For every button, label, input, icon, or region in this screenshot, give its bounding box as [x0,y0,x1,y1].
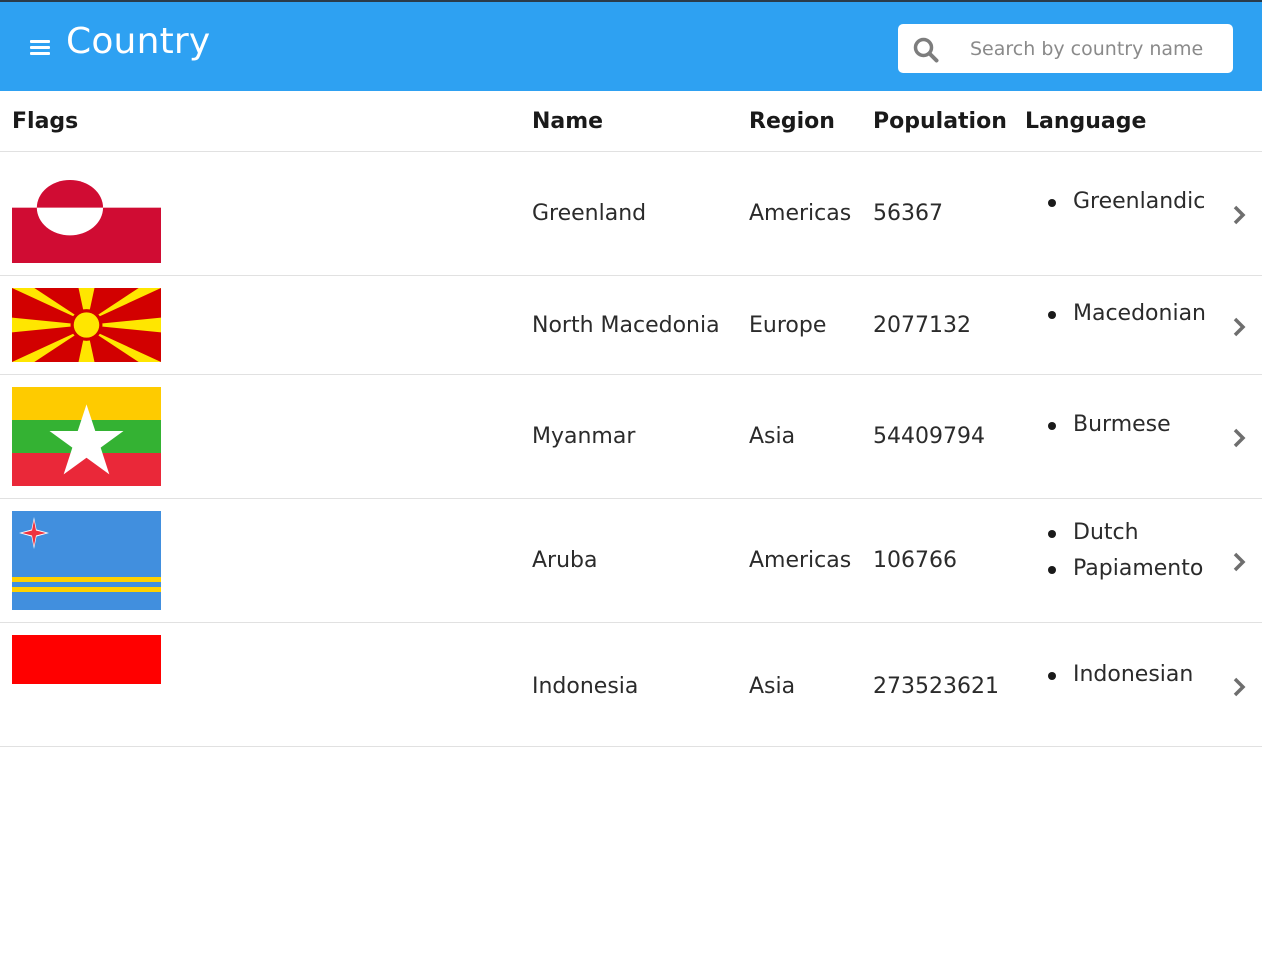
search-input[interactable] [970,34,1220,64]
page-title: Country [66,21,211,62]
country-region: Americas [749,548,852,573]
language-item: Burmese [1046,407,1171,443]
greenland-flag-icon [12,180,161,263]
table-header: Flags Name Region Population Language [0,91,1262,152]
language-item: Indonesian [1046,657,1193,693]
header-region[interactable]: Region [749,108,835,136]
country-name: North Macedonia [532,313,720,338]
country-name: Indonesia [532,674,639,699]
country-population: 106766 [873,548,957,573]
table-row[interactable]: Greenland Americas 56367 Greenlandic [0,152,1262,276]
chevron-right-icon[interactable] [1231,316,1249,338]
language-list: Greenlandic [1046,184,1205,220]
language-item: Papiamento [1046,551,1203,587]
header-flags[interactable]: Flags [12,108,78,136]
language-list: Indonesian [1046,657,1193,693]
app-bar: Country [0,0,1262,91]
country-name: Myanmar [532,424,636,449]
myanmar-flag-icon [12,387,161,486]
chevron-right-icon[interactable] [1231,204,1249,226]
language-list: Macedonian [1046,296,1206,332]
table-row[interactable]: Myanmar Asia 54409794 Burmese [0,375,1262,499]
country-population: 2077132 [873,313,971,338]
table-row[interactable]: Aruba Americas 106766 Dutch Papiamento [0,499,1262,623]
table-row[interactable]: North Macedonia Europe 2077132 Macedonia… [0,276,1262,375]
header-name[interactable]: Name [532,108,603,136]
search-box[interactable] [898,24,1233,73]
aruba-flag-icon [12,511,161,610]
country-name: Aruba [532,548,598,573]
header-language[interactable]: Language [1025,108,1146,136]
chevron-right-icon[interactable] [1231,676,1249,698]
chevron-right-icon[interactable] [1231,427,1249,449]
language-item: Greenlandic [1046,184,1205,220]
country-region: Asia [749,674,796,699]
chevron-right-icon[interactable] [1231,551,1249,573]
country-population: 56367 [873,201,943,226]
indonesia-flag-icon [12,635,161,684]
table-row[interactable]: Indonesia Asia 273523621 Indonesian [0,623,1262,747]
north-macedonia-flag-icon [12,288,161,362]
language-list: Dutch Papiamento [1046,515,1203,587]
country-region: Asia [749,424,796,449]
header-population[interactable]: Population [873,108,1007,136]
country-population: 273523621 [873,674,999,699]
search-icon[interactable] [912,36,940,64]
language-item: Dutch [1046,515,1203,551]
country-name: Greenland [532,201,647,226]
language-item: Macedonian [1046,296,1206,332]
country-region: Americas [749,201,852,226]
menu-icon[interactable] [28,36,52,60]
country-region: Europe [749,313,827,338]
language-list: Burmese [1046,407,1171,443]
country-population: 54409794 [873,424,985,449]
